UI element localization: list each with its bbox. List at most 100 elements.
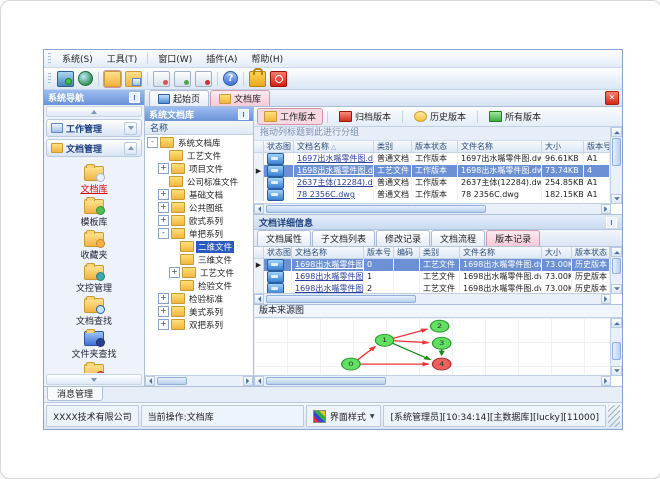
column-header-4[interactable]: 编码	[394, 247, 420, 259]
tree-toggle-minus[interactable]: -	[147, 137, 158, 148]
version-table-hscrollbar[interactable]	[254, 293, 611, 304]
column-header-8[interactable]: 版本状态	[572, 247, 610, 259]
scroll-thumb[interactable]	[266, 295, 416, 303]
tree-toggle-plus[interactable]: +	[169, 267, 180, 278]
scroll-thumb[interactable]	[157, 377, 187, 385]
pin-icon[interactable]	[606, 216, 617, 228]
scroll-down-arrow[interactable]	[611, 366, 622, 376]
lock-icon[interactable]	[249, 67, 266, 87]
folder-grid-icon[interactable]	[125, 70, 142, 87]
tree-toggle-plus[interactable]: +	[158, 306, 169, 317]
tree-node[interactable]: 工艺文件	[145, 149, 253, 162]
menu-item-system[interactable]: 系统(S)	[55, 51, 100, 66]
scroll-thumb[interactable]	[612, 342, 621, 360]
monitor-icon[interactable]	[57, 70, 74, 87]
column-header-5[interactable]: 类别	[420, 247, 460, 259]
detail-tab-modify-records[interactable]: 修改记录	[376, 230, 431, 246]
menu-item-help[interactable]: 帮助(H)	[244, 51, 290, 66]
chevron-down-icon[interactable]	[124, 121, 137, 135]
version-button-archived-version[interactable]: 归档版本	[333, 109, 397, 124]
sidebar-item-document-library[interactable]: 文档库	[48, 163, 140, 196]
version-table-vscrollbar[interactable]	[610, 247, 622, 294]
tree-column-header[interactable]: 名称	[145, 121, 253, 135]
scroll-right-arrow[interactable]	[601, 376, 611, 386]
menu-item-tools[interactable]: 工具(T)	[100, 51, 145, 66]
detail-tab-sub-doc-list[interactable]: 子文档列表	[312, 230, 376, 246]
scroll-up-arrow[interactable]	[611, 318, 622, 328]
column-header-6[interactable]: 文件名称	[460, 247, 542, 259]
scroll-left-arrow[interactable]	[254, 294, 264, 304]
sidebar-scroll-down[interactable]	[46, 374, 142, 385]
document-row[interactable]: 2637主体(12284).dwg普通文档工作版本2637主体(12284).d…	[254, 177, 611, 189]
sidebar-item-folder-search[interactable]: 文件夹查找	[48, 328, 140, 361]
power-icon[interactable]	[270, 70, 287, 87]
tree-node[interactable]: + 检验标准	[145, 292, 253, 305]
tree-node[interactable]: + 项目文件	[145, 162, 253, 175]
tree-node[interactable]: + 公共图纸	[145, 201, 253, 214]
version-row[interactable]: ▶1698出水嘴零件图.dwg0工艺文件1698出水嘴零件图.dwg73.00K…	[254, 259, 611, 271]
scroll-up-arrow[interactable]	[611, 127, 622, 137]
tree-toggle-plus[interactable]: +	[158, 319, 169, 330]
tree-node[interactable]: 公司标准文件	[145, 175, 253, 188]
tree-node[interactable]: + 欧式系列	[145, 214, 253, 227]
sidebar-item-template-library[interactable]: 模板库	[48, 196, 140, 229]
document-table-vscrollbar[interactable]	[610, 127, 622, 204]
version-row[interactable]: 1698出水嘴零件图.dwg1工艺文件1698出水嘴零件图.dwg73.00KB…	[254, 271, 611, 283]
menu-item-window[interactable]: 窗口(W)	[151, 51, 199, 66]
help-icon[interactable]: ?	[223, 71, 238, 86]
tree-node[interactable]: + 工艺文件	[145, 266, 253, 279]
version-row[interactable]: 1698出水嘴零件图.dwg2工艺文件1698出水嘴零件图.dwg73.00KB…	[254, 283, 611, 293]
column-header-1[interactable]: 状态图	[264, 247, 292, 259]
graph-hscrollbar[interactable]	[254, 375, 611, 386]
tab-start-page[interactable]: 起始页	[149, 90, 210, 106]
scroll-down-arrow[interactable]	[611, 194, 622, 204]
tree-toggle-plus[interactable]: +	[158, 293, 169, 304]
scroll-up-arrow[interactable]	[611, 247, 622, 257]
pin-icon[interactable]	[238, 108, 249, 120]
tree-node[interactable]: + 双把系列	[145, 318, 253, 331]
message-manage-tab[interactable]: 消息管理	[47, 387, 104, 401]
scroll-left-arrow[interactable]	[145, 376, 155, 386]
column-header-3[interactable]: 类别	[374, 141, 412, 153]
sidebar-scroll-up[interactable]	[46, 106, 142, 117]
resize-grip[interactable]	[608, 405, 620, 427]
scroll-thumb[interactable]	[612, 258, 621, 274]
tree-toggle-minus[interactable]: -	[158, 228, 169, 239]
tree-toggle-plus[interactable]: +	[158, 163, 169, 174]
tree-node[interactable]: 检验文件	[145, 279, 253, 292]
sidebar-item-doc-search[interactable]: 文档查找	[48, 295, 140, 328]
sidebar-item-favorites[interactable]: 收藏夹	[48, 229, 140, 262]
version-button-all-versions[interactable]: 所有版本	[483, 109, 547, 124]
tree-node[interactable]: - 单把系列	[145, 227, 253, 240]
chevron-up-icon[interactable]	[124, 141, 137, 155]
scroll-thumb[interactable]	[612, 138, 621, 166]
column-header-4[interactable]: 版本状态	[412, 141, 458, 153]
document-row[interactable]: 1697出水嘴零件图.dwg普通文档工作版本1697出水嘴零件图.dwg96.6…	[254, 153, 611, 165]
menu-drag-grip[interactable]	[48, 53, 51, 64]
column-header-6[interactable]: 大小	[542, 141, 584, 153]
mail-del-icon[interactable]	[195, 70, 212, 87]
detail-tab-doc-properties[interactable]: 文档属性	[257, 230, 312, 246]
close-tab-button[interactable]: ✕	[605, 91, 619, 105]
tree-hscrollbar[interactable]	[145, 375, 253, 386]
tree-node[interactable]: 二维文件	[145, 240, 253, 253]
menu-item-plugins[interactable]: 插件(A)	[199, 51, 244, 66]
document-row[interactable]: ▶1698出水嘴零件图.dwg工艺文件工作版本1698出水嘴零件图.dwg73.…	[254, 165, 611, 177]
version-node-3[interactable]: 3	[431, 336, 452, 350]
column-header-1[interactable]: 状态图	[264, 141, 294, 153]
tree-toggle-plus[interactable]: +	[158, 215, 169, 226]
scroll-thumb[interactable]	[266, 377, 386, 385]
toolbar-drag-grip[interactable]	[48, 73, 51, 84]
version-graph-canvas[interactable]: 0 1 2 3 4	[254, 318, 611, 376]
graph-vscrollbar[interactable]	[610, 318, 622, 376]
version-button-working-version[interactable]: 工作版本	[256, 108, 324, 125]
scroll-down-arrow[interactable]	[611, 284, 622, 294]
version-node-1[interactable]: 1	[374, 333, 395, 347]
scroll-right-arrow[interactable]	[243, 376, 253, 386]
column-header-5[interactable]: 文件名称	[458, 141, 542, 153]
sidebar-group-work[interactable]: 工作管理	[46, 119, 142, 137]
tree-node[interactable]: + 美式系列	[145, 305, 253, 318]
tree-toggle-plus[interactable]: +	[158, 202, 169, 213]
pin-icon[interactable]	[129, 92, 140, 103]
version-button-history-version[interactable]: 历史版本	[408, 109, 472, 124]
